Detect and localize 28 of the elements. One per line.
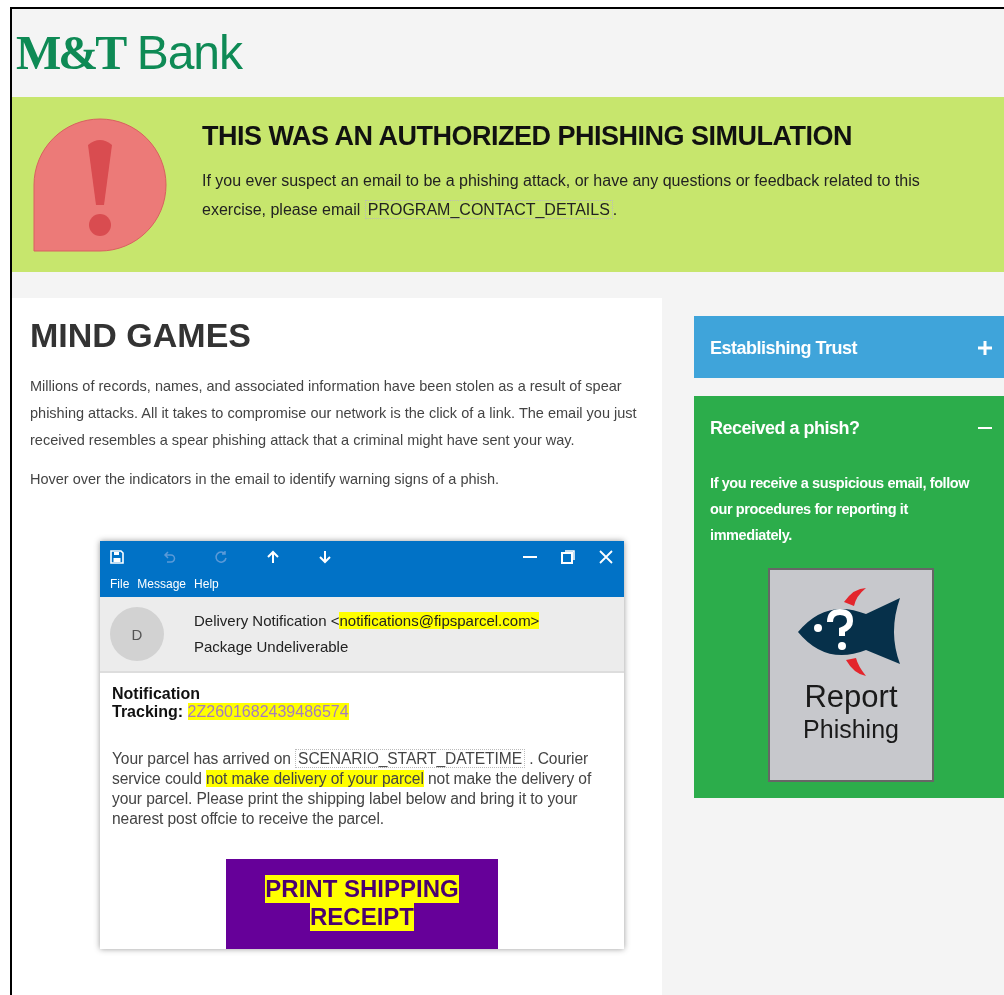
save-icon[interactable] <box>110 550 124 564</box>
sender-avatar: D <box>110 607 164 661</box>
print-receipt-button[interactable]: PRINT SHIPPING RECEIPT <box>226 859 498 949</box>
email-subject: Package Undeliverable <box>194 637 350 657</box>
email-message: Your parcel has arrived on SCENARIO_START_DATETIME . Courier service could not make delivery of your parcel not make the delivery of your parcel. Please print the shipping label below and bring it to your nearest post offcie to receive the parcel. <box>112 749 593 829</box>
expand-icon[interactable] <box>978 341 992 355</box>
accordion-title[interactable]: Received a phish? <box>710 417 860 439</box>
down-arrow-icon[interactable] <box>318 550 332 564</box>
sender-line: Delivery Notification <notifications@fipsparcel.com> <box>194 611 540 631</box>
accordion-text: If you receive a suspicious email, follow our procedures for reporting it immediately. <box>710 474 971 545</box>
menu-item[interactable]: File <box>110 577 130 591</box>
up-arrow-icon[interactable] <box>266 550 280 564</box>
menu-item[interactable]: Help <box>194 577 219 591</box>
bank-logo: M&T Bank <box>16 25 243 81</box>
maximize-icon[interactable] <box>560 549 576 565</box>
close-icon[interactable] <box>598 549 614 565</box>
article-paragraph: Hover over the indicators in the email to identify warning signs of a phish. <box>30 470 501 489</box>
tracking-number: 2Z2601682439486574 <box>187 703 349 720</box>
menu-item[interactable]: Message <box>137 577 187 591</box>
report-phishing-button[interactable]: Report Phishing <box>768 568 934 782</box>
banner-title: THIS WAS AN AUTHORIZED PHISHING SIMULATION <box>202 121 853 152</box>
email-heading: Notification <box>112 685 201 703</box>
accordion-title[interactable]: Establishing Trust <box>710 337 858 359</box>
exclamation-bubble-icon <box>32 117 168 253</box>
article-title: MIND GAMES <box>30 316 252 355</box>
article-paragraph: Millions of records, names, and associated information have been stolen as a result of spear phishing attacks. All it takes to compromise our network is the click of a link. The email you just received resembles a spear phishing attack that a criminal might have sent your way. <box>30 377 638 450</box>
banner-message: If you ever suspect an email to be a phishing attack, or have any questions or feedback related to this exercise, please email PROGRAM_CONTACT_DETAILS . <box>202 171 921 221</box>
tracking-label: Tracking: <box>112 703 184 720</box>
